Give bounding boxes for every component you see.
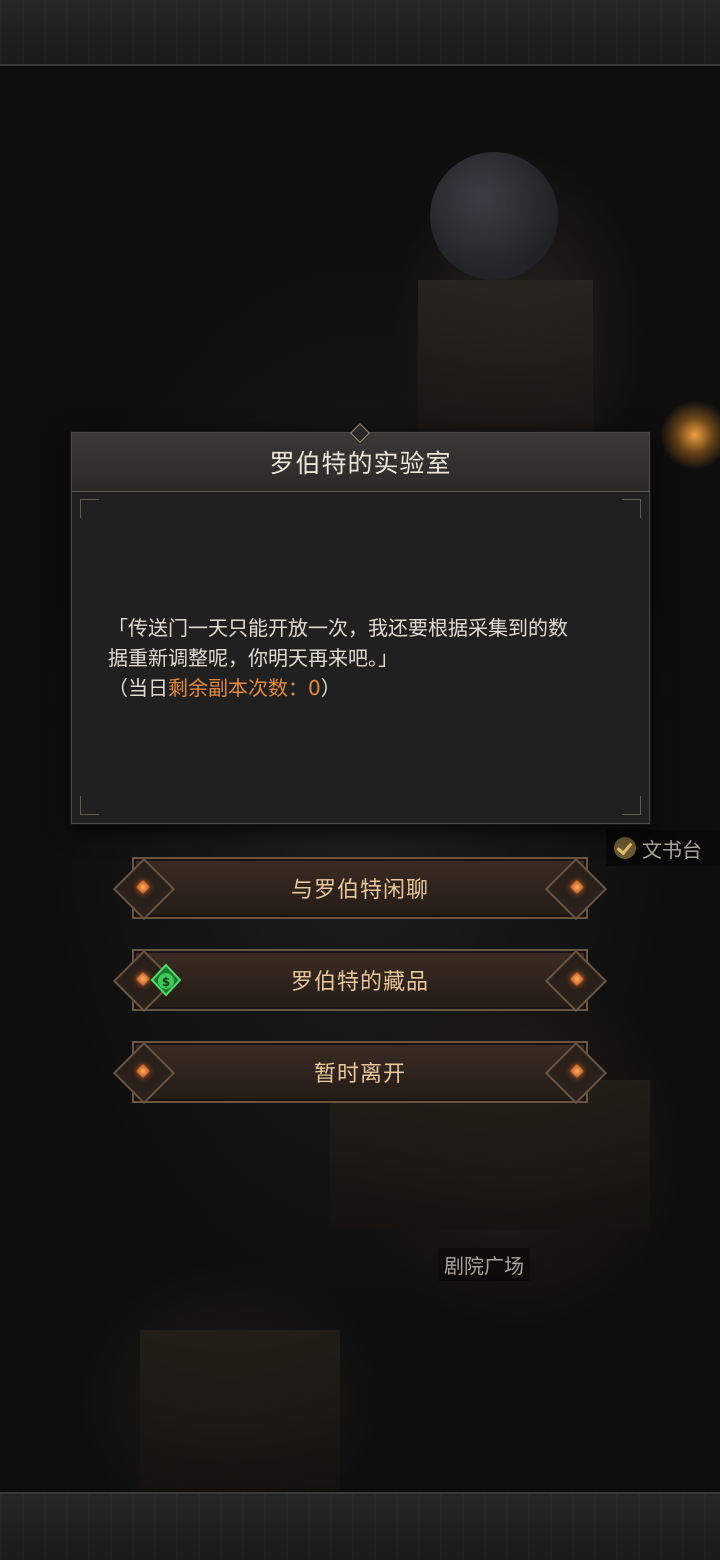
corner-ornament — [622, 796, 641, 815]
building-silhouette — [140, 1330, 340, 1490]
button-label: 与罗伯特闲聊 — [290, 878, 429, 903]
note-suffix: ） — [320, 676, 341, 700]
dialog-header: 罗伯特的实验室 — [72, 423, 649, 492]
dialog-title: 罗伯特的实验室 — [269, 449, 452, 478]
note-prefix: （当日 — [108, 676, 168, 700]
svg-text:$: $ — [162, 975, 170, 989]
lantern-glow — [660, 400, 720, 470]
chat-with-robert-button[interactable]: 与罗伯特闲聊 — [112, 857, 608, 921]
money-bag-icon: $ — [150, 963, 182, 997]
observatory-building — [418, 280, 593, 430]
dialog-line-2: 据重新调整呢，你明天再来吧。」 — [108, 646, 398, 670]
dialog-text: 「传送门一天只能开放一次，我还要根据采集到的数 据重新调整呢，你明天再来吧。」 … — [108, 613, 618, 703]
top-frame — [0, 0, 720, 66]
corner-ornament — [622, 499, 641, 518]
robert-collection-button[interactable]: $ 罗伯特的藏品 — [112, 949, 608, 1013]
observatory-dome — [430, 152, 558, 280]
map-label-desk-text: 文书台 — [642, 837, 702, 862]
remaining-count: 剩余副本次数：0 — [168, 676, 321, 700]
remaining-count-note: （当日剩余副本次数：0） — [108, 673, 618, 703]
check-icon — [614, 837, 636, 859]
map-label-desk[interactable]: 文书台 — [606, 830, 720, 866]
corner-ornament — [80, 499, 99, 518]
dialog-line-1: 「传送门一天只能开放一次，我还要根据采集到的数 — [108, 616, 568, 640]
map-label-plaza[interactable]: 剧院广场 — [438, 1248, 530, 1281]
corner-ornament — [80, 796, 99, 815]
npc-dialog: 罗伯特的实验室 「传送门一天只能开放一次，我还要根据采集到的数 据重新调整呢，你… — [71, 423, 650, 824]
button-label: 罗伯特的藏品 — [290, 970, 429, 995]
button-label: 暂时离开 — [313, 1062, 406, 1087]
bottom-frame — [0, 1492, 720, 1560]
leave-button[interactable]: 暂时离开 — [112, 1041, 608, 1105]
